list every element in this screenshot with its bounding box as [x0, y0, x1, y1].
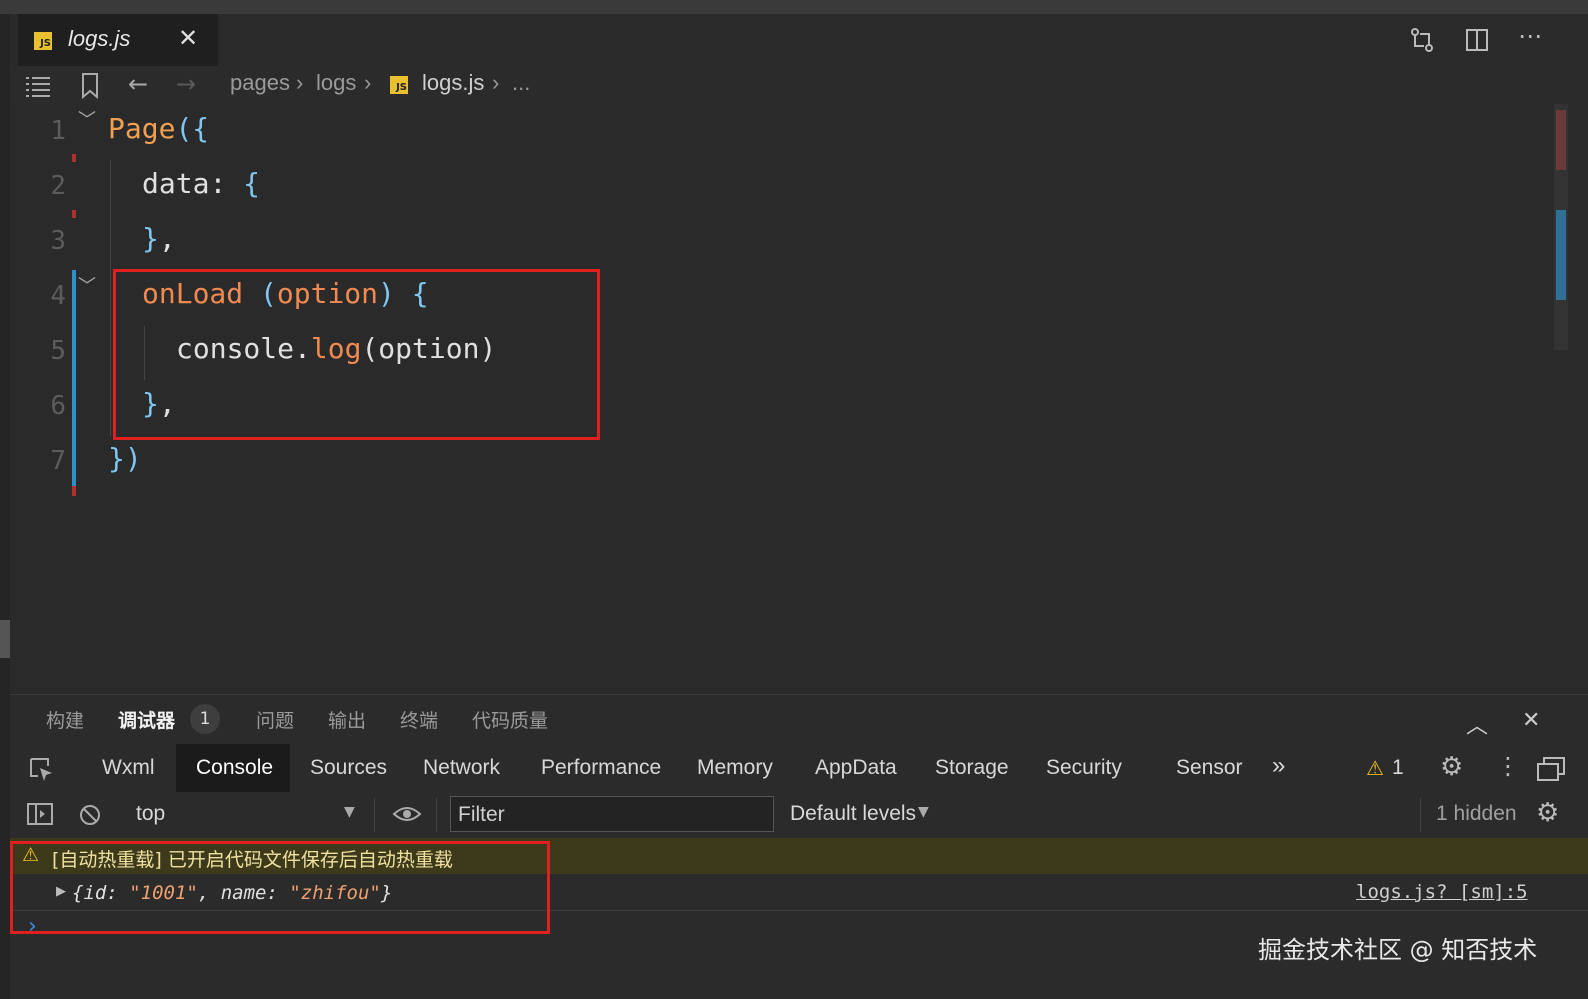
- watermark: 掘金技术社区 @ 知否技术: [1258, 936, 1538, 964]
- line-number: 4: [50, 281, 66, 311]
- line-number: 3: [50, 226, 66, 256]
- hidden-count: 1 hidden: [1436, 802, 1517, 825]
- code-token: ,: [158, 222, 176, 255]
- breadcrumb-separator-icon: ›: [492, 70, 500, 95]
- code-token: }): [108, 442, 142, 475]
- divider: [374, 798, 375, 832]
- clear-console-icon[interactable]: [78, 803, 102, 827]
- maximize-panel-icon[interactable]: ︿: [1466, 708, 1488, 740]
- code-token: }: [142, 222, 159, 255]
- debugger-badge: 1: [190, 704, 220, 734]
- filter-placeholder: Filter: [458, 803, 505, 826]
- code-line-7: }): [108, 442, 142, 475]
- tab-problems[interactable]: 问题: [256, 706, 294, 733]
- log-source-link[interactable]: logs.js? [sm]:5: [1356, 881, 1528, 903]
- fold-chevron-icon[interactable]: ﹀: [78, 272, 96, 298]
- tab-sources[interactable]: Sources: [310, 756, 387, 780]
- breadcrumb-separator-icon: ›: [364, 70, 372, 95]
- window-top-bar: [0, 0, 1588, 14]
- breadcrumb-separator-icon: ›: [296, 70, 304, 95]
- tab-wxml[interactable]: Wxml: [102, 756, 154, 780]
- gutter-marker: [72, 210, 76, 218]
- breadcrumb-pages[interactable]: pages: [230, 70, 290, 104]
- code-line-1: Page({: [108, 112, 209, 145]
- inspect-element-icon[interactable]: [28, 756, 54, 782]
- fold-chevron-icon[interactable]: ﹀: [78, 106, 96, 132]
- tab-sensor[interactable]: Sensor: [1176, 756, 1243, 780]
- tab-network[interactable]: Network: [423, 756, 500, 780]
- outline-list-icon[interactable]: [24, 74, 52, 98]
- code-token: {: [243, 167, 261, 200]
- tab-storage[interactable]: Storage: [935, 756, 1009, 780]
- undock-icon[interactable]: [1536, 756, 1566, 782]
- tab-console[interactable]: Console: [196, 756, 273, 780]
- overview-ruler-mark: [1556, 210, 1566, 300]
- js-file-icon: JS: [390, 76, 408, 94]
- tab-security[interactable]: Security: [1046, 756, 1122, 780]
- js-file-icon: JS: [34, 32, 52, 50]
- indent-guide: [110, 160, 111, 436]
- back-arrow-icon[interactable]: ←: [128, 70, 148, 98]
- highlight-box: [113, 269, 600, 440]
- tab-build[interactable]: 构建: [46, 706, 84, 733]
- editor-tab-bar: [10, 14, 1588, 66]
- log-levels-select[interactable]: Default levels: [790, 802, 916, 826]
- line-number: 1: [50, 116, 66, 146]
- gutter-marker: [72, 486, 76, 496]
- line-number: 2: [50, 171, 66, 201]
- activity-strip: [0, 14, 10, 999]
- sidebar-toggle-icon[interactable]: [26, 802, 54, 826]
- highlight-box: [10, 841, 550, 934]
- divider: [1420, 798, 1421, 832]
- split-editor-icon[interactable]: [1464, 27, 1490, 53]
- code-token: Page: [108, 112, 176, 145]
- kebab-menu-icon[interactable]: ⋮: [1496, 752, 1520, 780]
- breadcrumb-symbol[interactable]: ...: [512, 70, 530, 104]
- live-expression-eye-icon[interactable]: [392, 804, 422, 824]
- tab-output[interactable]: 输出: [328, 706, 366, 733]
- chevron-down-icon[interactable]: ▼: [344, 804, 355, 820]
- context-select[interactable]: top: [136, 802, 165, 826]
- close-panel-icon[interactable]: ✕: [1522, 708, 1540, 733]
- compare-changes-icon[interactable]: [1408, 26, 1436, 54]
- overview-ruler-mark: [1556, 110, 1566, 170]
- line-number: 6: [50, 391, 66, 421]
- console-settings-gear-icon[interactable]: ⚙: [1536, 798, 1559, 828]
- divider: [436, 798, 437, 832]
- tab-debugger[interactable]: 调试器: [118, 706, 175, 733]
- bookmark-icon[interactable]: [80, 72, 100, 100]
- line-number: 5: [50, 336, 66, 366]
- code-token: :: [209, 167, 244, 200]
- forward-arrow-icon[interactable]: →: [176, 70, 196, 98]
- code-line-3: },: [142, 222, 176, 255]
- bottom-panel-tabs: [10, 694, 1588, 745]
- breadcrumb-logs[interactable]: logs: [316, 70, 356, 104]
- code-line-2: data: {: [142, 167, 260, 200]
- breadcrumb-file[interactable]: logs.js: [422, 70, 484, 104]
- left-scroll-handle[interactable]: [0, 620, 10, 658]
- code-token: data: [142, 167, 210, 200]
- tab-code-quality[interactable]: 代码质量: [472, 706, 548, 733]
- tab-memory[interactable]: Memory: [697, 756, 773, 780]
- tab-appdata[interactable]: AppData: [815, 756, 897, 780]
- settings-gear-icon[interactable]: ⚙: [1440, 752, 1463, 782]
- line-number: 7: [50, 446, 66, 476]
- warning-count[interactable]: 1: [1392, 756, 1404, 780]
- editor-tab-title: logs.js: [68, 26, 131, 51]
- modified-lines-bar: [72, 270, 76, 490]
- gutter-marker: [72, 154, 76, 162]
- tab-performance[interactable]: Performance: [541, 756, 661, 780]
- close-tab-icon[interactable]: ✕: [178, 24, 198, 52]
- more-actions-icon[interactable]: ⋯: [1518, 22, 1542, 50]
- tab-terminal[interactable]: 终端: [400, 706, 438, 733]
- chevron-down-icon[interactable]: ▼: [918, 804, 929, 820]
- more-tabs-icon[interactable]: »: [1272, 752, 1285, 780]
- code-token: ({: [175, 112, 210, 145]
- warning-icon[interactable]: ⚠: [1366, 756, 1384, 780]
